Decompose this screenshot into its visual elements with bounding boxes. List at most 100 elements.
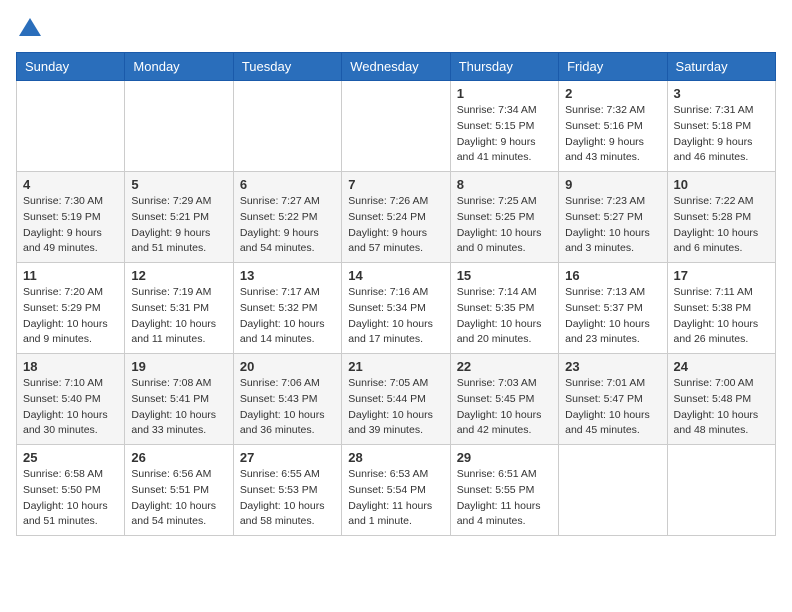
day-number: 29 [457,450,552,465]
day-info: Sunrise: 6:56 AMSunset: 5:51 PMDaylight:… [131,467,226,530]
day-info: Sunrise: 7:19 AMSunset: 5:31 PMDaylight:… [131,285,226,348]
calendar-cell: 26 Sunrise: 6:56 AMSunset: 5:51 PMDayligh… [125,445,233,536]
calendar-cell: 9Sunrise: 7:23 AMSunset: 5:27 PMDaylight… [559,172,667,263]
calendar-cell: 14 Sunrise: 7:16 AMSunset: 5:34 PMDayligh… [342,263,450,354]
calendar-cell: 19 Sunrise: 7:08 AMSunset: 5:41 PMDayligh… [125,354,233,445]
logo [16,16,44,42]
logo-icon [17,16,43,42]
day-info: Sunrise: 7:06 AMSunset: 5:43 PMDaylight:… [240,376,335,439]
day-info: Sunrise: 6:51 AMSunset: 5:55 PMDaylight:… [457,467,552,530]
day-number: 22 [457,359,552,374]
calendar-cell: 4 Sunrise: 7:30 AMSunset: 5:19 PMDaylight… [17,172,125,263]
day-number: 2 [565,86,660,101]
day-info: Sunrise: 7:29 AMSunset: 5:21 PMDaylight:… [131,194,226,257]
day-number: 26 [131,450,226,465]
day-info: Sunrise: 6:55 AMSunset: 5:53 PMDaylight:… [240,467,335,530]
calendar-week-row: 4 Sunrise: 7:30 AMSunset: 5:19 PMDaylight… [17,172,776,263]
day-number: 28 [348,450,443,465]
page-header [16,16,776,42]
day-number: 8 [457,177,552,192]
day-info: Sunrise: 7:32 AMSunset: 5:16 PMDaylight:… [565,103,660,166]
day-number: 20 [240,359,335,374]
calendar-cell [125,81,233,172]
day-info: Sunrise: 7:10 AMSunset: 5:40 PMDaylight:… [23,376,118,439]
day-info: Sunrise: 7:11 AMSunset: 5:38 PMDaylight:… [674,285,769,348]
calendar-cell: 2 Sunrise: 7:32 AMSunset: 5:16 PMDaylight… [559,81,667,172]
day-info: Sunrise: 6:58 AMSunset: 5:50 PMDaylight:… [23,467,118,530]
day-of-week-header: Monday [125,53,233,81]
day-number: 18 [23,359,118,374]
day-of-week-header: Thursday [450,53,558,81]
calendar-cell: 20 Sunrise: 7:06 AMSunset: 5:43 PMDayligh… [233,354,341,445]
calendar-cell: 17Sunrise: 7:11 AMSunset: 5:38 PMDayligh… [667,263,775,354]
calendar-cell: 3 Sunrise: 7:31 AMSunset: 5:18 PMDaylight… [667,81,775,172]
day-info: Sunrise: 7:00 AMSunset: 5:48 PMDaylight:… [674,376,769,439]
day-number: 4 [23,177,118,192]
day-number: 11 [23,268,118,283]
calendar-week-row: 18 Sunrise: 7:10 AMSunset: 5:40 PMDayligh… [17,354,776,445]
day-number: 27 [240,450,335,465]
calendar-cell: 11 Sunrise: 7:20 AMSunset: 5:29 PMDayligh… [17,263,125,354]
day-of-week-header: Wednesday [342,53,450,81]
day-info: Sunrise: 7:03 AMSunset: 5:45 PMDaylight:… [457,376,552,439]
day-info: Sunrise: 7:08 AMSunset: 5:41 PMDaylight:… [131,376,226,439]
calendar-cell: 21 Sunrise: 7:05 AMSunset: 5:44 PMDayligh… [342,354,450,445]
calendar-table: SundayMondayTuesdayWednesdayThursdayFrid… [16,52,776,536]
calendar-header-row: SundayMondayTuesdayWednesdayThursdayFrid… [17,53,776,81]
day-of-week-header: Sunday [17,53,125,81]
day-number: 12 [131,268,226,283]
calendar-cell: 23 Sunrise: 7:01 AMSunset: 5:47 PMDayligh… [559,354,667,445]
calendar-cell: 16 Sunrise: 7:13 AMSunset: 5:37 PMDayligh… [559,263,667,354]
day-number: 19 [131,359,226,374]
day-number: 10 [674,177,769,192]
day-info: Sunrise: 7:22 AMSunset: 5:28 PMDaylight:… [674,194,769,257]
calendar-cell [342,81,450,172]
day-number: 6 [240,177,335,192]
day-info: Sunrise: 7:30 AMSunset: 5:19 PMDaylight:… [23,194,118,257]
calendar-cell: 25 Sunrise: 6:58 AMSunset: 5:50 PMDayligh… [17,445,125,536]
day-number: 21 [348,359,443,374]
calendar-cell: 13 Sunrise: 7:17 AMSunset: 5:32 PMDayligh… [233,263,341,354]
day-info: Sunrise: 7:34 AMSunset: 5:15 PMDaylight:… [457,103,552,166]
calendar-cell: 24 Sunrise: 7:00 AMSunset: 5:48 PMDayligh… [667,354,775,445]
day-number: 3 [674,86,769,101]
calendar-cell [17,81,125,172]
day-number: 23 [565,359,660,374]
calendar-cell: 12 Sunrise: 7:19 AMSunset: 5:31 PMDayligh… [125,263,233,354]
day-info: Sunrise: 7:31 AMSunset: 5:18 PMDaylight:… [674,103,769,166]
calendar-cell: 8 Sunrise: 7:25 AMSunset: 5:25 PMDaylight… [450,172,558,263]
calendar-week-row: 1Sunrise: 7:34 AMSunset: 5:15 PMDaylight… [17,81,776,172]
day-number: 25 [23,450,118,465]
calendar-cell: 29 Sunrise: 6:51 AMSunset: 5:55 PMDayligh… [450,445,558,536]
day-of-week-header: Friday [559,53,667,81]
calendar-cell: 28 Sunrise: 6:53 AMSunset: 5:54 PMDayligh… [342,445,450,536]
calendar-cell: 1Sunrise: 7:34 AMSunset: 5:15 PMDaylight… [450,81,558,172]
day-info: Sunrise: 7:20 AMSunset: 5:29 PMDaylight:… [23,285,118,348]
day-info: Sunrise: 7:05 AMSunset: 5:44 PMDaylight:… [348,376,443,439]
day-info: Sunrise: 7:16 AMSunset: 5:34 PMDaylight:… [348,285,443,348]
day-info: Sunrise: 7:14 AMSunset: 5:35 PMDaylight:… [457,285,552,348]
calendar-cell: 18 Sunrise: 7:10 AMSunset: 5:40 PMDayligh… [17,354,125,445]
calendar-cell: 27 Sunrise: 6:55 AMSunset: 5:53 PMDayligh… [233,445,341,536]
calendar-cell: 7 Sunrise: 7:26 AMSunset: 5:24 PMDaylight… [342,172,450,263]
calendar-cell: 5 Sunrise: 7:29 AMSunset: 5:21 PMDaylight… [125,172,233,263]
day-of-week-header: Tuesday [233,53,341,81]
day-number: 5 [131,177,226,192]
day-info: Sunrise: 7:26 AMSunset: 5:24 PMDaylight:… [348,194,443,257]
day-number: 7 [348,177,443,192]
calendar-week-row: 25 Sunrise: 6:58 AMSunset: 5:50 PMDayligh… [17,445,776,536]
calendar-cell [667,445,775,536]
day-info: Sunrise: 7:27 AMSunset: 5:22 PMDaylight:… [240,194,335,257]
calendar-cell [233,81,341,172]
day-number: 13 [240,268,335,283]
day-info: Sunrise: 7:13 AMSunset: 5:37 PMDaylight:… [565,285,660,348]
calendar-cell: 6 Sunrise: 7:27 AMSunset: 5:22 PMDaylight… [233,172,341,263]
day-info: Sunrise: 7:01 AMSunset: 5:47 PMDaylight:… [565,376,660,439]
day-info: Sunrise: 6:53 AMSunset: 5:54 PMDaylight:… [348,467,443,530]
day-number: 15 [457,268,552,283]
day-number: 16 [565,268,660,283]
day-info: Sunrise: 7:25 AMSunset: 5:25 PMDaylight:… [457,194,552,257]
day-number: 24 [674,359,769,374]
day-number: 14 [348,268,443,283]
day-info: Sunrise: 7:17 AMSunset: 5:32 PMDaylight:… [240,285,335,348]
